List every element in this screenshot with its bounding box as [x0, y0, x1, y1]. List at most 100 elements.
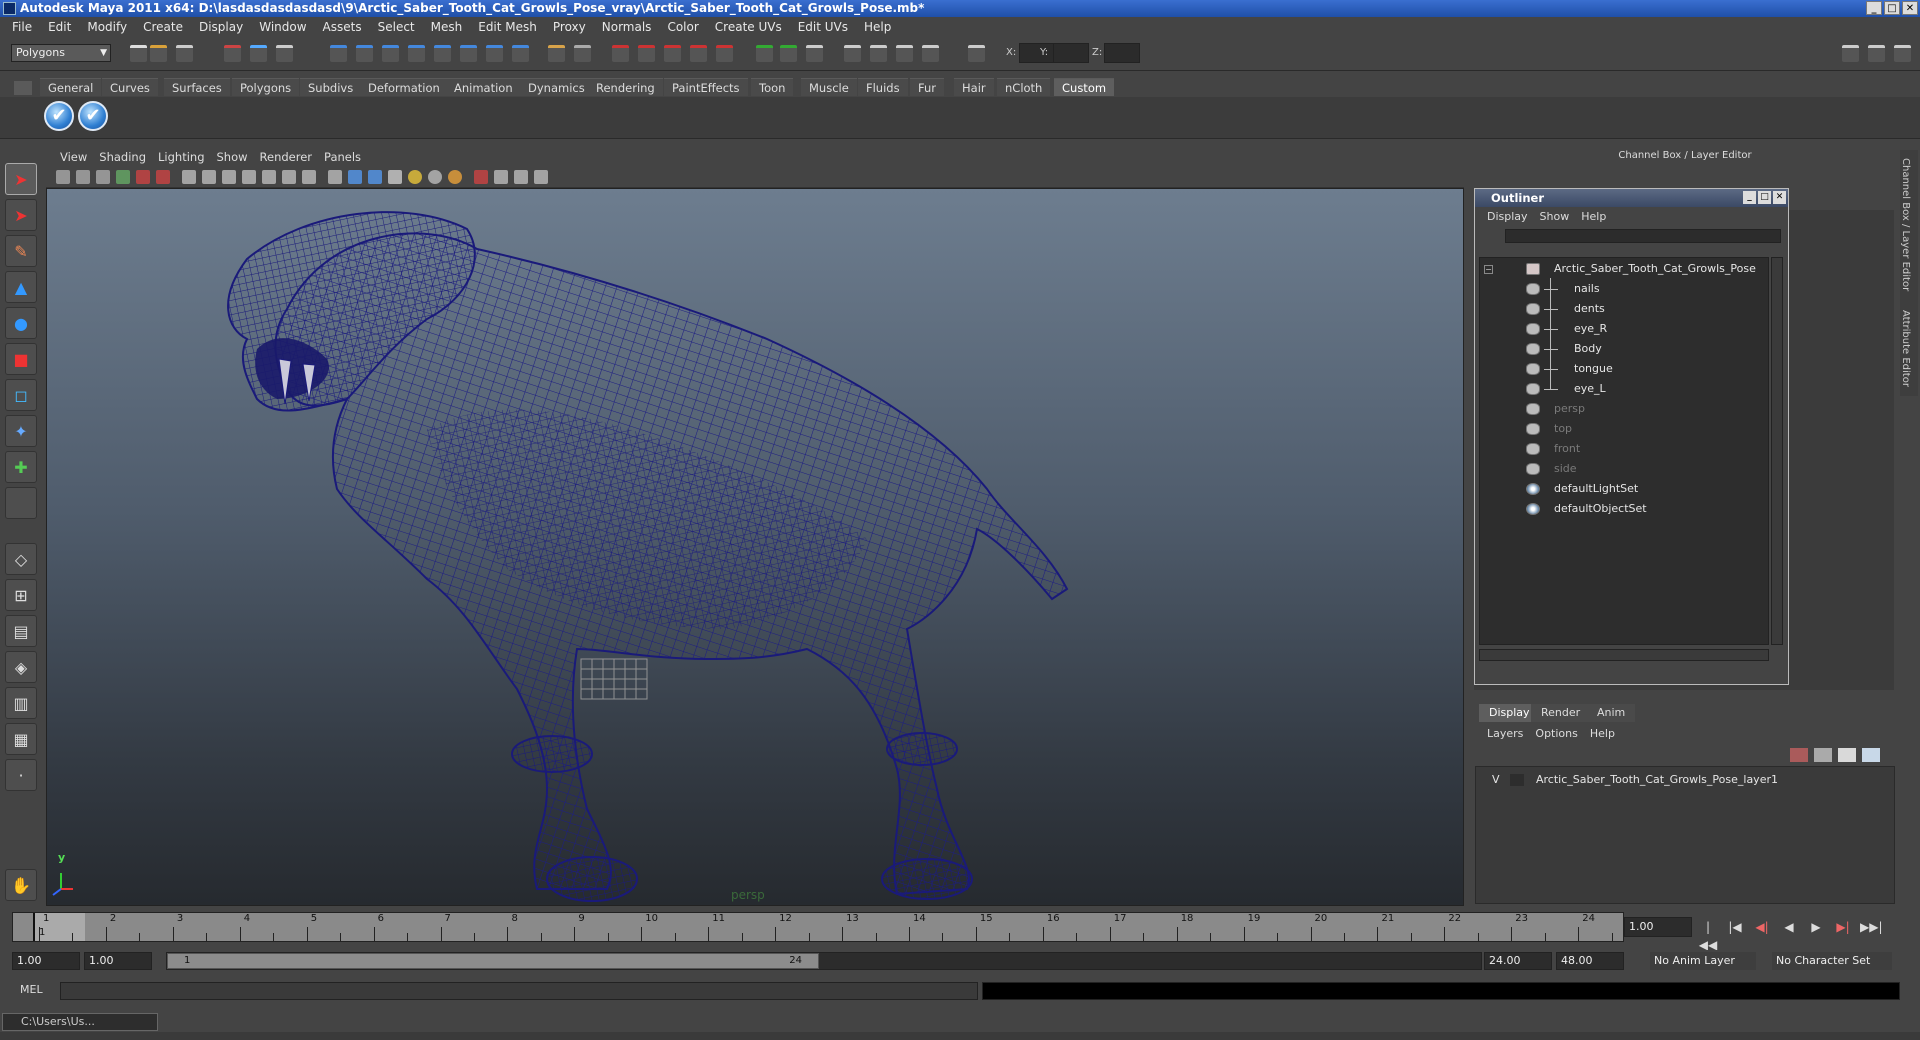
select-tool-icon[interactable]: ➤: [5, 163, 37, 195]
minimize-button[interactable]: _: [1866, 1, 1882, 15]
playback-start-field[interactable]: 1.00: [84, 952, 152, 970]
toggle-attribute-icon[interactable]: [806, 45, 823, 62]
layer-visibility-toggle[interactable]: V: [1492, 771, 1500, 789]
time-slider[interactable]: 1 1 2 3 4 5 6 7 8 9 10 11 12 13 14 15 16 17 18 19 20 21 22 23 24: [12, 912, 1624, 942]
shelf-tab-animation[interactable]: Animation: [446, 78, 521, 96]
menu-item[interactable]: Help: [856, 17, 899, 37]
gate-mask-icon[interactable]: [242, 170, 256, 184]
outliner-item[interactable]: front: [1480, 440, 1768, 458]
layer-menu-options[interactable]: Options: [1529, 727, 1583, 740]
wireframe-icon[interactable]: [328, 170, 342, 184]
menu-item[interactable]: Display: [191, 17, 251, 37]
high-quality-icon[interactable]: [448, 170, 462, 184]
layer-template-toggle[interactable]: [1510, 774, 1524, 786]
shelf-tab-hair[interactable]: Hair: [954, 78, 994, 96]
menu-item[interactable]: Create UVs: [707, 17, 790, 37]
outliner-item[interactable]: persp: [1480, 400, 1768, 418]
shelf-tab-fluids[interactable]: Fluids: [858, 78, 908, 96]
viewport-menu-show[interactable]: Show: [211, 150, 254, 164]
snap-plane-icon[interactable]: [408, 45, 425, 62]
perspective-viewport[interactable]: y: [46, 188, 1464, 906]
menu-item[interactable]: File: [4, 17, 40, 37]
transform-input-icon[interactable]: [968, 45, 985, 62]
camera-roll-icon[interactable]: [896, 45, 913, 62]
viewport-menu-shading[interactable]: Shading: [93, 150, 152, 164]
bookmark-icon[interactable]: [96, 170, 110, 184]
textured-icon[interactable]: [388, 170, 402, 184]
outliner-item[interactable]: defaultLightSet: [1480, 480, 1768, 498]
move-tool-icon[interactable]: ▲: [5, 271, 37, 303]
outliner-maximize-button[interactable]: □: [1758, 191, 1771, 204]
hypershade-icon[interactable]: [690, 45, 707, 62]
hand-icon[interactable]: ✋: [5, 869, 37, 901]
outliner-item[interactable]: Body: [1480, 340, 1768, 358]
select-camera-icon[interactable]: [56, 170, 70, 184]
film-gate-icon[interactable]: [202, 170, 216, 184]
check-icon[interactable]: ✔: [78, 101, 108, 131]
persp-outliner-layout-icon[interactable]: ▤: [5, 615, 37, 647]
menu-item[interactable]: Assets: [315, 17, 370, 37]
outliner-graph-layout-icon[interactable]: ▥: [5, 687, 37, 719]
isolate-select-icon[interactable]: [474, 170, 488, 184]
outliner-item[interactable]: nails: [1480, 280, 1768, 298]
collapse-icon[interactable]: −: [1484, 265, 1493, 274]
shelf-tab-curves[interactable]: Curves: [102, 78, 158, 96]
ipr-render-icon[interactable]: [638, 45, 655, 62]
go-to-end-icon[interactable]: ▶▶|: [1860, 918, 1883, 936]
current-time-marker[interactable]: 1: [33, 913, 85, 941]
outliner-item[interactable]: defaultObjectSet: [1480, 500, 1768, 518]
rotate-tool-icon[interactable]: ●: [5, 307, 37, 339]
collapse-icon[interactable]: ·: [5, 759, 37, 791]
shelf-tab-deformation[interactable]: Deformation: [360, 78, 448, 96]
shelf-options-icon[interactable]: [14, 81, 32, 95]
show-manipulator-icon[interactable]: ✚: [5, 451, 37, 483]
resolution-gate-icon[interactable]: [222, 170, 236, 184]
outliner-search-field[interactable]: [1505, 229, 1781, 243]
persp-graph-layout-icon[interactable]: ◈: [5, 651, 37, 683]
tool-settings-toggle-icon[interactable]: [1894, 45, 1911, 62]
attribute-editor-side-tab[interactable]: Attribute Editor: [1900, 306, 1911, 387]
outliner-item[interactable]: side: [1480, 460, 1768, 478]
channel-box-side-tab[interactable]: Channel Box / Layer Editor: [1900, 150, 1911, 291]
single-perspective-layout-icon[interactable]: ◇: [5, 543, 37, 575]
layer-menu-layers[interactable]: Layers: [1481, 727, 1529, 740]
shelf-tab-ncloth[interactable]: nCloth: [997, 78, 1051, 96]
menu-set-dropdown[interactable]: Polygons ▼: [11, 44, 111, 62]
shelf-tab-fur[interactable]: Fur: [910, 78, 945, 96]
close-button[interactable]: ✕: [1902, 1, 1918, 15]
image-plane-icon[interactable]: [116, 170, 130, 184]
safe-title-icon[interactable]: [302, 170, 316, 184]
menu-item[interactable]: Edit: [40, 17, 79, 37]
range-slider[interactable]: 1 24: [166, 952, 1482, 970]
shelf-tab-dynamics[interactable]: Dynamics: [520, 78, 593, 96]
select-object-icon[interactable]: [250, 45, 267, 62]
two-d-pan-icon[interactable]: [136, 170, 150, 184]
x-field[interactable]: [1019, 43, 1055, 63]
menu-item[interactable]: Edit UVs: [790, 17, 856, 37]
xray-icon[interactable]: [494, 170, 508, 184]
outliner-item[interactable]: eye_L: [1480, 380, 1768, 398]
menu-item[interactable]: Modify: [79, 17, 135, 37]
step-back-key-icon[interactable]: ◀|: [1752, 918, 1772, 936]
shelf-tab-muscle[interactable]: Muscle: [801, 78, 857, 96]
outliner-item[interactable]: eye_R: [1480, 320, 1768, 338]
input-output-icon[interactable]: [574, 45, 591, 62]
render-settings-icon[interactable]: [664, 45, 681, 62]
camera-dolly-icon[interactable]: [922, 45, 939, 62]
new-scene-icon[interactable]: [130, 45, 147, 62]
create-layer-selected-icon[interactable]: [1862, 748, 1880, 762]
snap-grid-icon[interactable]: [330, 45, 347, 62]
shelf-tab-custom[interactable]: Custom: [1054, 78, 1115, 96]
shelf-tab-subdivs[interactable]: Subdivs: [300, 78, 362, 96]
select-component-icon[interactable]: [276, 45, 293, 62]
grid-icon[interactable]: [182, 170, 196, 184]
snap-point-icon[interactable]: [382, 45, 399, 62]
attribute-editor-toggle-icon[interactable]: [1868, 45, 1885, 62]
layer-row[interactable]: V Arctic_Saber_Tooth_Cat_Growls_Pose_lay…: [1480, 771, 1880, 789]
paint-select-tool-icon[interactable]: ✎: [5, 235, 37, 267]
menu-item[interactable]: Select: [370, 17, 423, 37]
command-language-toggle[interactable]: MEL: [20, 983, 43, 996]
menu-item[interactable]: Proxy: [545, 17, 594, 37]
menu-item[interactable]: Window: [251, 17, 314, 37]
menu-item[interactable]: Color: [659, 17, 706, 37]
